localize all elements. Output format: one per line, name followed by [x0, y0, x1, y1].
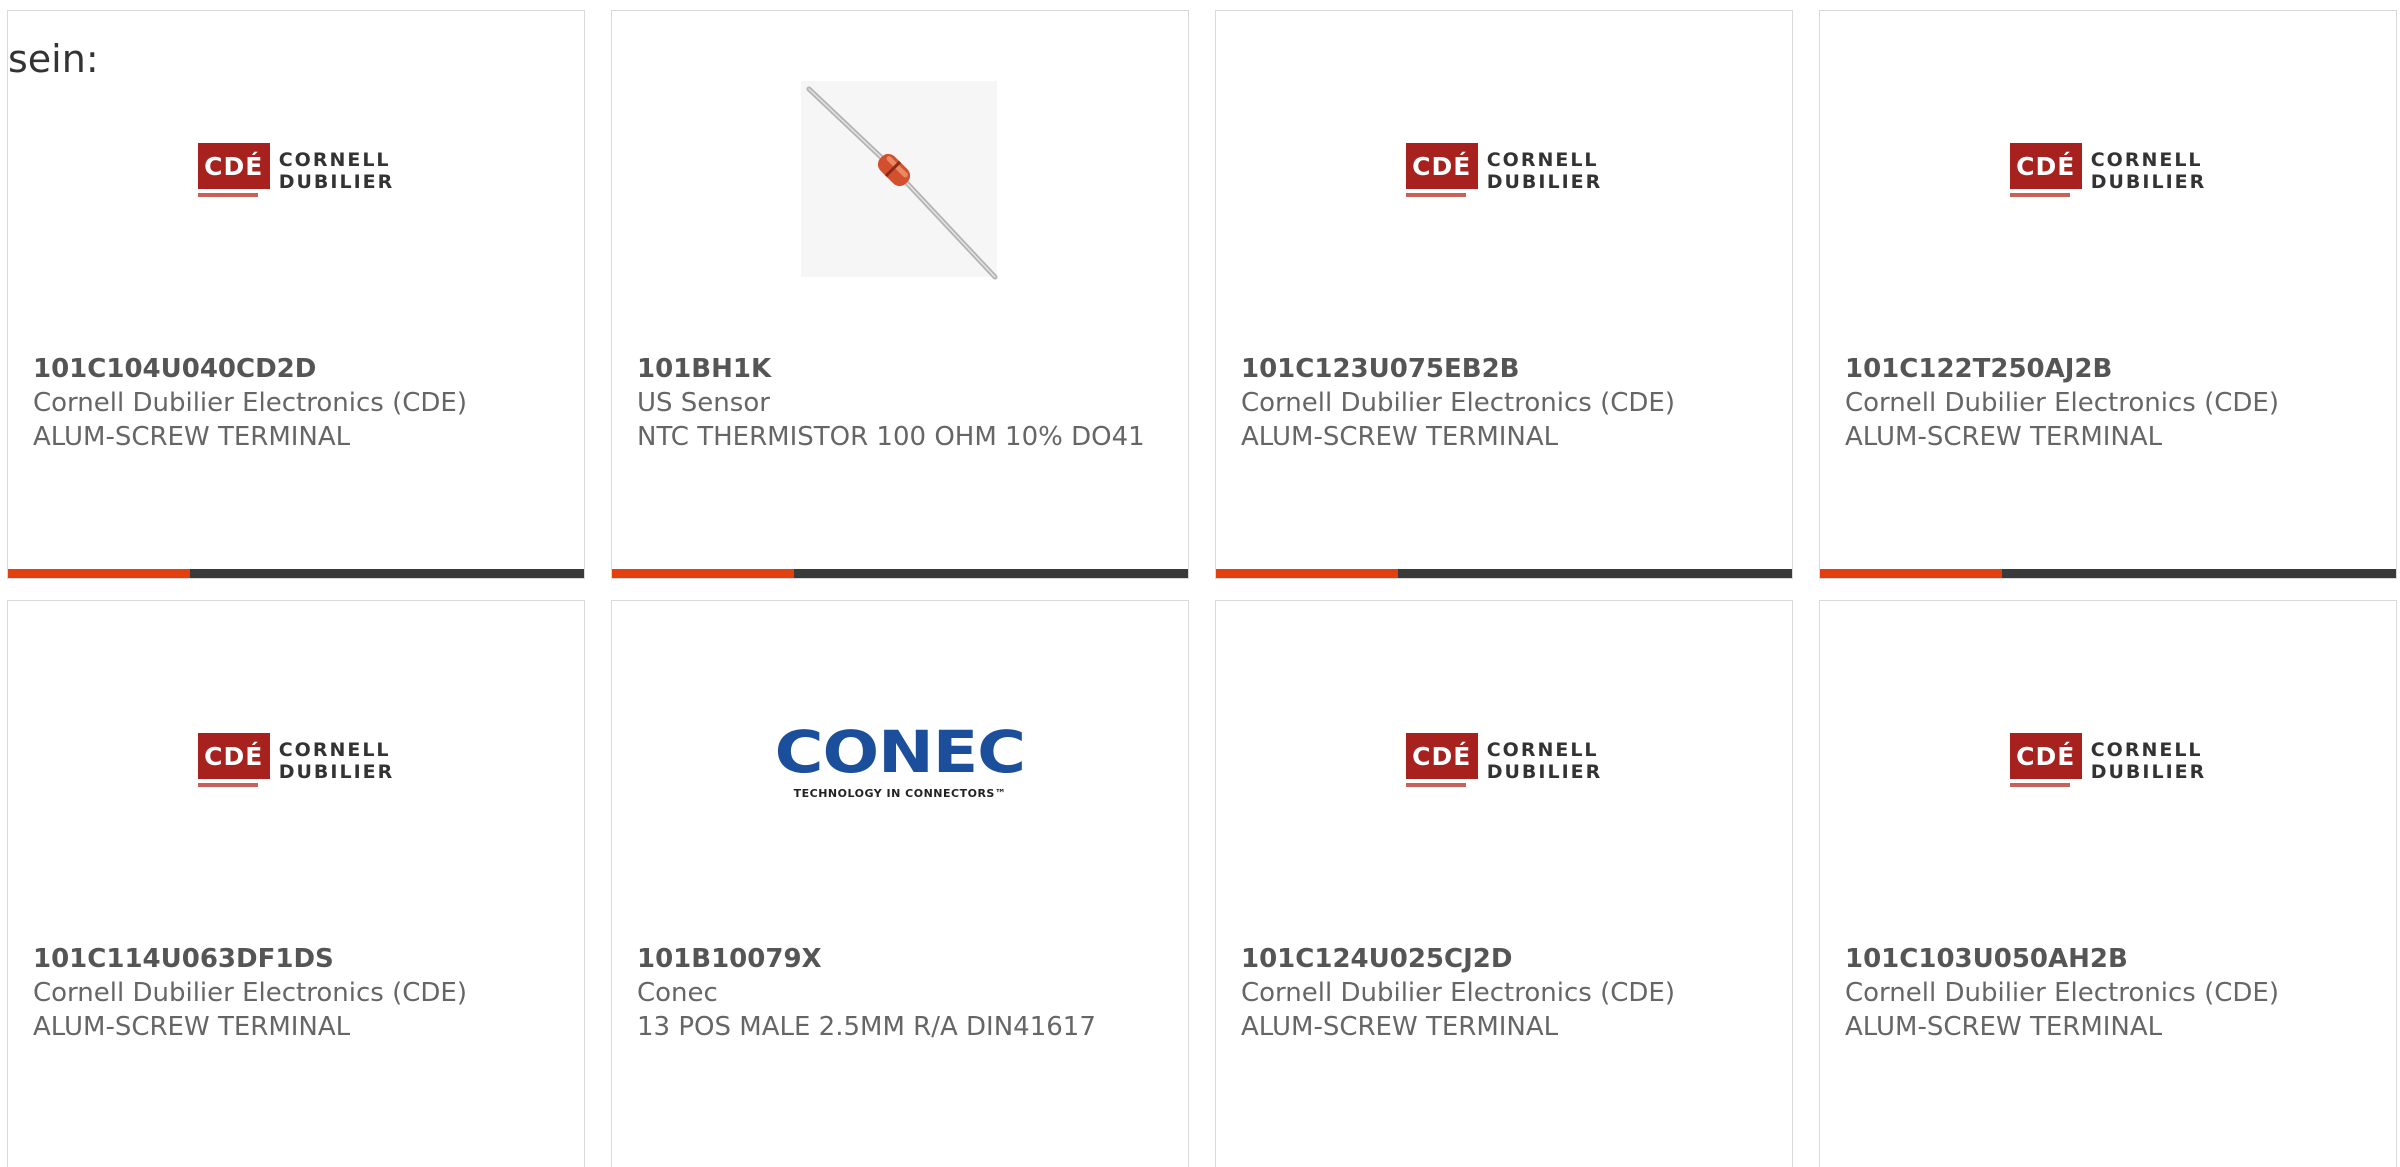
manufacturer-name: Cornell Dubilier Electronics (CDE): [1241, 978, 1675, 1008]
part-number-link[interactable]: 101BH1K: [637, 352, 1168, 386]
product-card[interactable]: CDÉ CORNELL DUBILIER 101C103U050AH2B Cor…: [1819, 600, 2397, 1167]
product-info: 101C122T250AJ2B Cornell Dubilier Electro…: [1845, 352, 2376, 454]
product-description: ALUM-SCREW TERMINAL: [1241, 422, 1559, 452]
product-info: 101C104U040CD2D Cornell Dubilier Electro…: [33, 352, 564, 454]
product-card[interactable]: CDÉ CORNELL DUBILIER 101C122T250AJ2B Cor…: [1819, 10, 2397, 579]
product-image[interactable]: CDÉ CORNELL DUBILIER: [1820, 11, 2396, 341]
cde-mark-icon: CDÉ: [1405, 733, 1478, 789]
part-number-link[interactable]: 101C104U040CD2D: [33, 352, 564, 386]
product-image[interactable]: CDÉ CORNELL DUBILIER: [1216, 11, 1792, 341]
product-image[interactable]: CONEC TECHNOLOGY IN CONNECTORS™: [612, 601, 1188, 931]
product-description: ALUM-SCREW TERMINAL: [33, 1012, 351, 1042]
product-info: 101C103U050AH2B Cornell Dubilier Electro…: [1845, 942, 2376, 1044]
part-number-link[interactable]: 101C103U050AH2B: [1845, 942, 2376, 976]
manufacturer-name: Cornell Dubilier Electronics (CDE): [1845, 978, 2279, 1008]
cde-mark-icon: CDÉ: [197, 143, 270, 199]
product-info: 101BH1K US Sensor NTC THERMISTOR 100 OHM…: [637, 352, 1168, 454]
product-info: 101C124U025CJ2D Cornell Dubilier Electro…: [1241, 942, 1772, 1044]
cornell-dubilier-logo: CDÉ CORNELL DUBILIER: [2009, 143, 2207, 199]
part-number-link[interactable]: 101B10079X: [637, 942, 1168, 976]
cornell-dubilier-logo: CDÉ CORNELL DUBILIER: [1405, 733, 1603, 789]
cde-mark-icon: CDÉ: [2009, 733, 2082, 789]
product-info: 101C114U063DF1DS Cornell Dubilier Electr…: [33, 942, 564, 1044]
product-grid-page: sein: CDÉ CORNELL DUBILIER 101C104U040CD…: [0, 0, 2400, 1167]
part-number-link[interactable]: 101C124U025CJ2D: [1241, 942, 1772, 976]
card-bottom-bar: [1820, 569, 2396, 578]
product-card[interactable]: CONEC TECHNOLOGY IN CONNECTORS™ 101B1007…: [611, 600, 1189, 1167]
manufacturer-name: Cornell Dubilier Electronics (CDE): [33, 388, 467, 418]
cde-mark-icon: CDÉ: [197, 733, 270, 789]
card-bottom-bar: [1216, 569, 1792, 578]
manufacturer-name: US Sensor: [637, 388, 770, 418]
part-number-link[interactable]: 101C123U075EB2B: [1241, 352, 1772, 386]
manufacturer-name: Cornell Dubilier Electronics (CDE): [1845, 388, 2279, 418]
product-image[interactable]: CDÉ CORNELL DUBILIER: [1216, 601, 1792, 931]
product-card[interactable]: 101BH1K US Sensor NTC THERMISTOR 100 OHM…: [611, 10, 1189, 579]
product-card[interactable]: CDÉ CORNELL DUBILIER 101C114U063DF1DS Co…: [7, 600, 585, 1167]
product-description: ALUM-SCREW TERMINAL: [33, 422, 351, 452]
product-image[interactable]: CDÉ CORNELL DUBILIER: [8, 601, 584, 931]
part-number-link[interactable]: 101C122T250AJ2B: [1845, 352, 2376, 386]
product-image[interactable]: CDÉ CORNELL DUBILIER: [1820, 601, 2396, 931]
product-card[interactable]: CDÉ CORNELL DUBILIER 101C104U040CD2D Cor…: [7, 10, 585, 579]
card-bottom-bar: [8, 569, 584, 578]
product-description: NTC THERMISTOR 100 OHM 10% DO41: [637, 422, 1145, 452]
cde-mark-icon: CDÉ: [1405, 143, 1478, 199]
product-description: ALUM-SCREW TERMINAL: [1241, 1012, 1559, 1042]
product-card[interactable]: CDÉ CORNELL DUBILIER 101C123U075EB2B Cor…: [1215, 10, 1793, 579]
product-image[interactable]: [612, 11, 1188, 341]
product-description: ALUM-SCREW TERMINAL: [1845, 1012, 2163, 1042]
cornell-dubilier-logo: CDÉ CORNELL DUBILIER: [2009, 733, 2207, 789]
product-description: 13 POS MALE 2.5MM R/A DIN41617: [637, 1012, 1096, 1042]
product-info: 101B10079X Conec 13 POS MALE 2.5MM R/A D…: [637, 942, 1168, 1044]
card-accent-bar: [1820, 569, 2002, 578]
card-bottom-bar: [612, 569, 1188, 578]
cornell-dubilier-logo: CDÉ CORNELL DUBILIER: [197, 143, 395, 199]
thermistor-photo: [801, 81, 998, 280]
cde-mark-icon: CDÉ: [2009, 143, 2082, 199]
product-description: ALUM-SCREW TERMINAL: [1845, 422, 2163, 452]
manufacturer-name: Cornell Dubilier Electronics (CDE): [33, 978, 467, 1008]
manufacturer-name: Conec: [637, 978, 718, 1008]
card-accent-bar: [1216, 569, 1398, 578]
product-card[interactable]: CDÉ CORNELL DUBILIER 101C124U025CJ2D Cor…: [1215, 600, 1793, 1167]
cornell-dubilier-logo: CDÉ CORNELL DUBILIER: [197, 733, 395, 789]
intro-text: sein:: [8, 37, 99, 81]
card-accent-bar: [612, 569, 794, 578]
card-accent-bar: [8, 569, 190, 578]
conec-logo: CONEC TECHNOLOGY IN CONNECTORS™: [774, 717, 1026, 800]
part-number-link[interactable]: 101C114U063DF1DS: [33, 942, 564, 976]
cornell-dubilier-logo: CDÉ CORNELL DUBILIER: [1405, 143, 1603, 199]
product-info: 101C123U075EB2B Cornell Dubilier Electro…: [1241, 352, 1772, 454]
manufacturer-name: Cornell Dubilier Electronics (CDE): [1241, 388, 1675, 418]
